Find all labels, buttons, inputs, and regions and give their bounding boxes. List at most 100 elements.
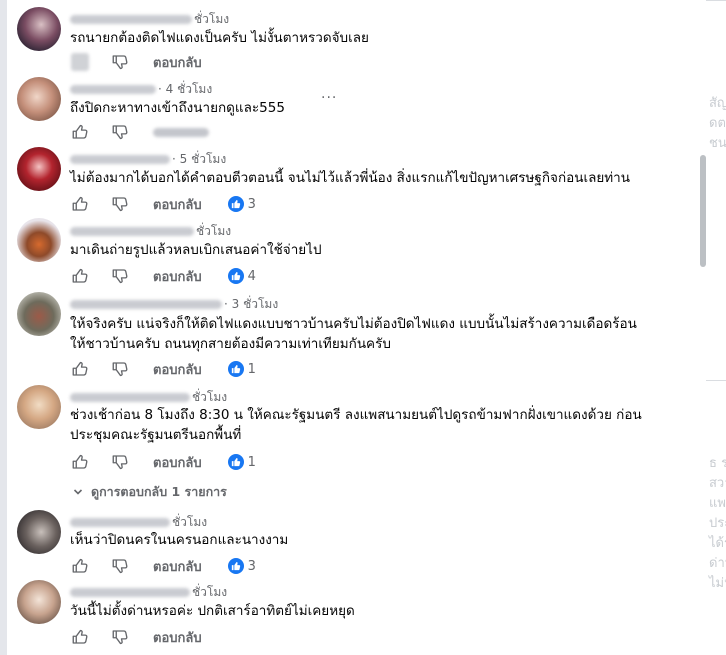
like-icon[interactable] — [71, 557, 89, 575]
comment-actions: ตอบกลับ 1 — [71, 452, 256, 472]
reaction-count-value: 3 — [247, 196, 256, 212]
reaction-count[interactable]: 1 — [227, 454, 256, 470]
dislike-icon[interactable] — [111, 53, 129, 71]
comment-time[interactable]: ชั่วโมง — [192, 388, 227, 407]
like-icon[interactable] — [71, 123, 89, 141]
reaction-count-value: 3 — [247, 558, 256, 574]
commenter-name-blurred[interactable] — [70, 154, 170, 164]
comment-text: ไม่ต้องมากได้บอกได้คำตอบตีวตอนนี้ จนไม่ไ… — [70, 168, 630, 188]
dislike-icon[interactable] — [111, 628, 129, 646]
chevron-down-icon — [73, 487, 83, 497]
comment-actions: ตอบกลับ 3 — [71, 194, 256, 214]
dislike-icon[interactable] — [111, 267, 129, 285]
background-text: ได้ร — [709, 536, 726, 551]
background-left-strip — [0, 0, 7, 655]
reaction-count-value: 1 — [247, 454, 256, 470]
avatar[interactable] — [17, 385, 61, 429]
avatar[interactable] — [17, 292, 61, 336]
dislike-icon[interactable] — [111, 453, 129, 471]
comment-time[interactable]: ชั่วโมง — [194, 10, 229, 29]
background-text: สวา — [709, 476, 726, 491]
like-icon[interactable] — [71, 453, 89, 471]
comment-text-line: ไม่ต้องมากได้บอกได้คำตอบตีวตอนนี้ จนไม่ไ… — [70, 170, 630, 186]
comment-text-line: เห็นว่าปิดนครในนครนอกและนางงาม — [70, 532, 289, 548]
avatar[interactable] — [17, 510, 61, 554]
comment-time[interactable]: · 3 ชั่วโมง — [224, 295, 278, 314]
reaction-count[interactable]: 3 — [227, 558, 256, 574]
background-text: ด่าน — [709, 556, 726, 571]
dislike-icon[interactable] — [111, 360, 129, 378]
like-icon[interactable] — [71, 195, 89, 213]
like-icon[interactable] — [71, 628, 89, 646]
like-icon[interactable] — [71, 360, 89, 378]
reply-button[interactable]: ตอบกลับ — [153, 194, 202, 215]
dislike-icon[interactable] — [111, 195, 129, 213]
avatar[interactable] — [17, 218, 61, 262]
reply-button[interactable]: ตอบกลับ — [153, 266, 202, 287]
background-text: ธ รม — [709, 456, 726, 471]
background-text: สัญ — [709, 96, 726, 111]
comment-text: ถึงปิดกะหาทางเข้าถึงนายกดูและ555 — [70, 98, 285, 118]
comment-time[interactable]: · 5 ชั่วโมง — [172, 150, 226, 169]
comment-text-line: ให้จริงครับ แน่จริงก็ให้ติดไฟแดงแบบชาวบ้… — [70, 316, 637, 332]
comment-time[interactable]: · 4 ชั่วโมง — [158, 80, 212, 99]
like-button-blurred[interactable] — [71, 53, 89, 71]
background-right-column: สัญ ดตา ชน ธ รม สวา แพ ประ ได้ร ด่าน ไม่… — [706, 0, 726, 655]
comment-meta: · 4 ชั่วโมง — [70, 82, 212, 96]
reply-button[interactable]: ตอบกลับ — [153, 359, 202, 380]
scrollbar-thumb[interactable] — [700, 155, 706, 267]
comment-time[interactable]: ชั่วโมง — [192, 583, 227, 602]
commenter-name-blurred[interactable] — [70, 517, 170, 527]
comment-meta: · 3 ชั่วโมง — [70, 297, 278, 311]
divider — [706, 380, 726, 381]
commenter-name-blurred[interactable] — [70, 84, 156, 94]
dislike-icon[interactable] — [111, 557, 129, 575]
comments-panel: ชั่วโมง รถนายกต้องติดไฟแดงเป็นครับ ไม่งั… — [7, 0, 706, 655]
reply-button-blurred[interactable] — [153, 127, 209, 137]
like-reaction-icon — [227, 196, 244, 212]
comment-text: มาเดินถ่ายรูปแล้วหลบเบิกเสนอค่าใช้จ่ายไป — [70, 240, 322, 260]
comment-text-line: ช่วงเช้าก่อน 8 โมงถึง 8:30 น ให้คณะรัฐมน… — [70, 407, 642, 423]
reaction-count-value: 4 — [247, 268, 256, 284]
commenter-name-blurred[interactable] — [70, 587, 190, 597]
avatar[interactable] — [17, 77, 61, 121]
comment-meta: ชั่วโมง — [70, 515, 207, 529]
reaction-count[interactable]: 3 — [227, 196, 256, 212]
comment-meta: ชั่วโมง — [70, 390, 227, 404]
more-options-icon[interactable]: ··· — [321, 90, 337, 106]
dislike-icon[interactable] — [111, 123, 129, 141]
background-text: ดตา — [709, 116, 726, 131]
reply-button[interactable]: ตอบกลับ — [153, 627, 202, 648]
comment-time[interactable]: ชั่วโมง — [196, 222, 231, 241]
like-reaction-icon — [227, 268, 244, 284]
comment-meta: ชั่วโมง — [70, 12, 229, 26]
reaction-count[interactable]: 4 — [227, 268, 256, 284]
reply-button[interactable]: ตอบกลับ — [153, 52, 202, 73]
comment-actions: ตอบกลับ — [71, 627, 202, 647]
scrollbar[interactable] — [700, 0, 706, 655]
like-reaction-icon — [227, 361, 244, 377]
commenter-name-blurred[interactable] — [70, 14, 192, 24]
comment-actions: ตอบกลับ 1 — [71, 359, 256, 379]
comment-text: ให้จริงครับ แน่จริงก็ให้ติดไฟแดงแบบชาวบ้… — [70, 314, 637, 354]
like-reaction-icon — [227, 454, 244, 470]
reply-button[interactable]: ตอบกลับ — [153, 556, 202, 577]
comment-text-line: วันนี้ไม่ตั้งด่านหรอค่ะ ปกติเสาร์อาทิตย์… — [70, 603, 355, 619]
like-reaction-icon — [227, 558, 244, 574]
comment-time[interactable]: ชั่วโมง — [172, 513, 207, 532]
avatar[interactable] — [17, 7, 61, 51]
reaction-count[interactable]: 1 — [227, 361, 256, 377]
background-text: ไม่น — [709, 576, 726, 591]
commenter-name-blurred[interactable] — [70, 226, 194, 236]
commenter-name-blurred[interactable] — [70, 392, 190, 402]
view-replies-link[interactable]: ดูการตอบกลับ 1 รายการ — [73, 482, 227, 502]
avatar[interactable] — [17, 580, 61, 624]
comment-text-line: ถึงปิดกะหาทางเข้าถึงนายกดูและ555 — [70, 100, 285, 116]
comment-meta: · 5 ชั่วโมง — [70, 152, 226, 166]
like-icon[interactable] — [71, 267, 89, 285]
commenter-name-blurred[interactable] — [70, 299, 222, 309]
comment-text-line: ให้ชาวบ้านครับ ถนนทุกสายต้องมีความเท่าเท… — [70, 336, 391, 352]
comment-text-line: รถนายกต้องติดไฟแดงเป็นครับ ไม่งั้นตาหรวด… — [70, 30, 369, 46]
reply-button[interactable]: ตอบกลับ — [153, 452, 202, 473]
avatar[interactable] — [17, 147, 61, 191]
